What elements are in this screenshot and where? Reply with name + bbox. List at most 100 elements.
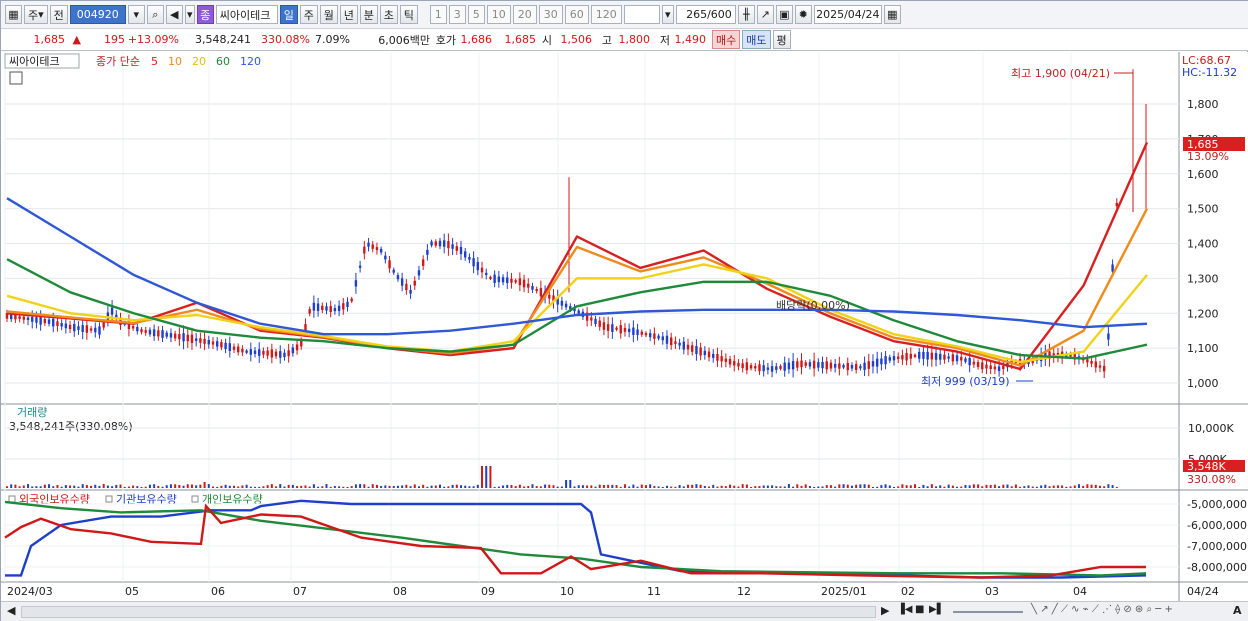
unit-input[interactable]	[623, 5, 660, 24]
interval-tab[interactable]: 틱	[399, 5, 418, 24]
volume-bar	[741, 484, 744, 488]
minute-unit-tab[interactable]: 20	[512, 5, 537, 24]
candle-body	[22, 316, 26, 320]
candle-body	[918, 351, 921, 359]
minute-unit-tab[interactable]: 120	[590, 5, 622, 24]
chart-menu-icon[interactable]: ▦	[5, 5, 22, 24]
high-label: 고	[601, 33, 612, 47]
candle-body	[964, 358, 967, 362]
volume-bar	[392, 486, 395, 488]
stock-type-badge[interactable]: 종	[196, 5, 214, 24]
volume-bar	[455, 484, 458, 488]
candle-type-icon[interactable]: ╫	[737, 5, 755, 24]
interval-tab[interactable]: 년	[339, 5, 358, 24]
calendar-icon[interactable]: ▦	[883, 5, 901, 24]
volume-bar	[321, 486, 324, 488]
volume-bar	[661, 486, 664, 488]
scroll-right-icon[interactable]: ▶	[881, 604, 889, 617]
prev-button[interactable]: 전	[49, 5, 68, 24]
speaker-icon[interactable]: ◀	[165, 5, 183, 24]
buy-button[interactable]: 매수	[712, 30, 741, 49]
hc-value: HC:-11.32	[1182, 66, 1237, 79]
volume-bar	[1014, 484, 1017, 488]
candle-body	[707, 351, 711, 358]
candle-body	[821, 361, 824, 369]
volume-bar	[771, 485, 774, 488]
volume-value: 3,548,241주(330.08%)	[9, 420, 133, 433]
candle-body	[447, 241, 450, 249]
minute-unit-tab[interactable]: 1	[429, 5, 447, 24]
ma-legend-10: 10	[168, 55, 182, 68]
volume-bar	[708, 486, 711, 488]
volume-bar	[649, 484, 652, 488]
chevron-down-icon[interactable]: ▾	[661, 5, 674, 24]
first-icon[interactable]: ▐◀	[897, 604, 912, 615]
save-icon[interactable]: ▣	[775, 5, 793, 24]
eval-button[interactable]: 평	[772, 30, 791, 49]
gear-icon[interactable]: ✹	[794, 5, 812, 24]
volume-bar	[350, 486, 353, 488]
candle-body	[346, 301, 349, 307]
low-annotation: 최저 999 (03/19)	[921, 375, 1010, 388]
volume-bar	[31, 486, 34, 488]
interval-tab[interactable]: 월	[319, 5, 338, 24]
volume-bar	[220, 485, 223, 488]
volume-bar	[140, 486, 143, 488]
drawing-tools-icon[interactable]: ╲ ↗ ╱ ⟋ ∿ ⌁ ⟋ ⋰ ⟠ ⊘ ⊛ ⌕ ─ +	[1031, 604, 1173, 615]
volume-bar	[502, 485, 505, 488]
volume-bar	[90, 485, 93, 488]
volume-bar	[687, 484, 690, 488]
candle-body	[161, 330, 164, 338]
draw-tool-icon[interactable]: ↗	[756, 5, 774, 24]
chevron-down-icon[interactable]: ▾	[184, 5, 195, 24]
candle-body	[510, 278, 513, 283]
interval-tab[interactable]: 분	[359, 5, 378, 24]
volume-bar	[1052, 485, 1055, 488]
volume-bar	[863, 484, 866, 488]
candle-body	[258, 349, 261, 356]
minute-unit-tab[interactable]: 60	[564, 5, 589, 24]
candle-body	[358, 265, 362, 268]
minute-unit-tab[interactable]: 5	[467, 5, 485, 24]
interval-tab[interactable]: 일	[279, 5, 298, 24]
period-type-select[interactable]: 주 ▾	[24, 5, 48, 24]
volume-bar	[493, 486, 496, 488]
date-field[interactable]: 2025/04/24	[813, 5, 882, 24]
stock-name-field[interactable]: 씨아이테크	[215, 5, 278, 24]
volume-bar	[279, 484, 282, 488]
volume-bar	[653, 485, 656, 488]
view-count-field[interactable]: 265/600	[675, 5, 736, 24]
candle-body	[825, 361, 828, 370]
stop-icon[interactable]: ■	[915, 604, 924, 615]
candle-body	[228, 343, 231, 351]
volume-bar	[518, 484, 521, 488]
volume-bar	[531, 484, 534, 488]
price-chart[interactable]: 1,8001,7001,6001,5001,4001,3001,2001,100…	[1, 52, 1248, 601]
scroll-track[interactable]	[21, 606, 876, 618]
volume-bar	[619, 486, 622, 488]
stock-code-input[interactable]: 004920	[69, 5, 126, 24]
volume-bar	[644, 485, 647, 488]
font-size-icon[interactable]: A	[1233, 604, 1242, 617]
sell-button[interactable]: 매도	[742, 30, 771, 49]
minute-unit-tab[interactable]: 10	[486, 5, 511, 24]
zoom-slider[interactable]	[953, 611, 1023, 613]
candle-body	[783, 362, 786, 371]
scroll-left-icon[interactable]: ◀	[7, 604, 15, 617]
candle-body	[245, 350, 248, 353]
candle-body	[754, 366, 757, 369]
interval-tab[interactable]: 초	[379, 5, 398, 24]
candle-body	[653, 333, 656, 339]
candle-body	[64, 323, 68, 329]
volume-bar	[157, 485, 160, 488]
minute-unit-tab[interactable]: 30	[538, 5, 563, 24]
volume-bar	[325, 484, 328, 488]
x-axis-label: 02	[901, 585, 915, 598]
volume-bar	[98, 485, 101, 488]
interval-tab[interactable]: 주	[299, 5, 318, 24]
search-icon[interactable]: ⌕	[146, 5, 164, 24]
candle-body	[26, 317, 30, 320]
minute-unit-tab[interactable]: 3	[448, 5, 466, 24]
last-icon[interactable]: ▶▌	[929, 604, 944, 615]
code-dropdown-icon[interactable]: ▾	[127, 5, 145, 24]
